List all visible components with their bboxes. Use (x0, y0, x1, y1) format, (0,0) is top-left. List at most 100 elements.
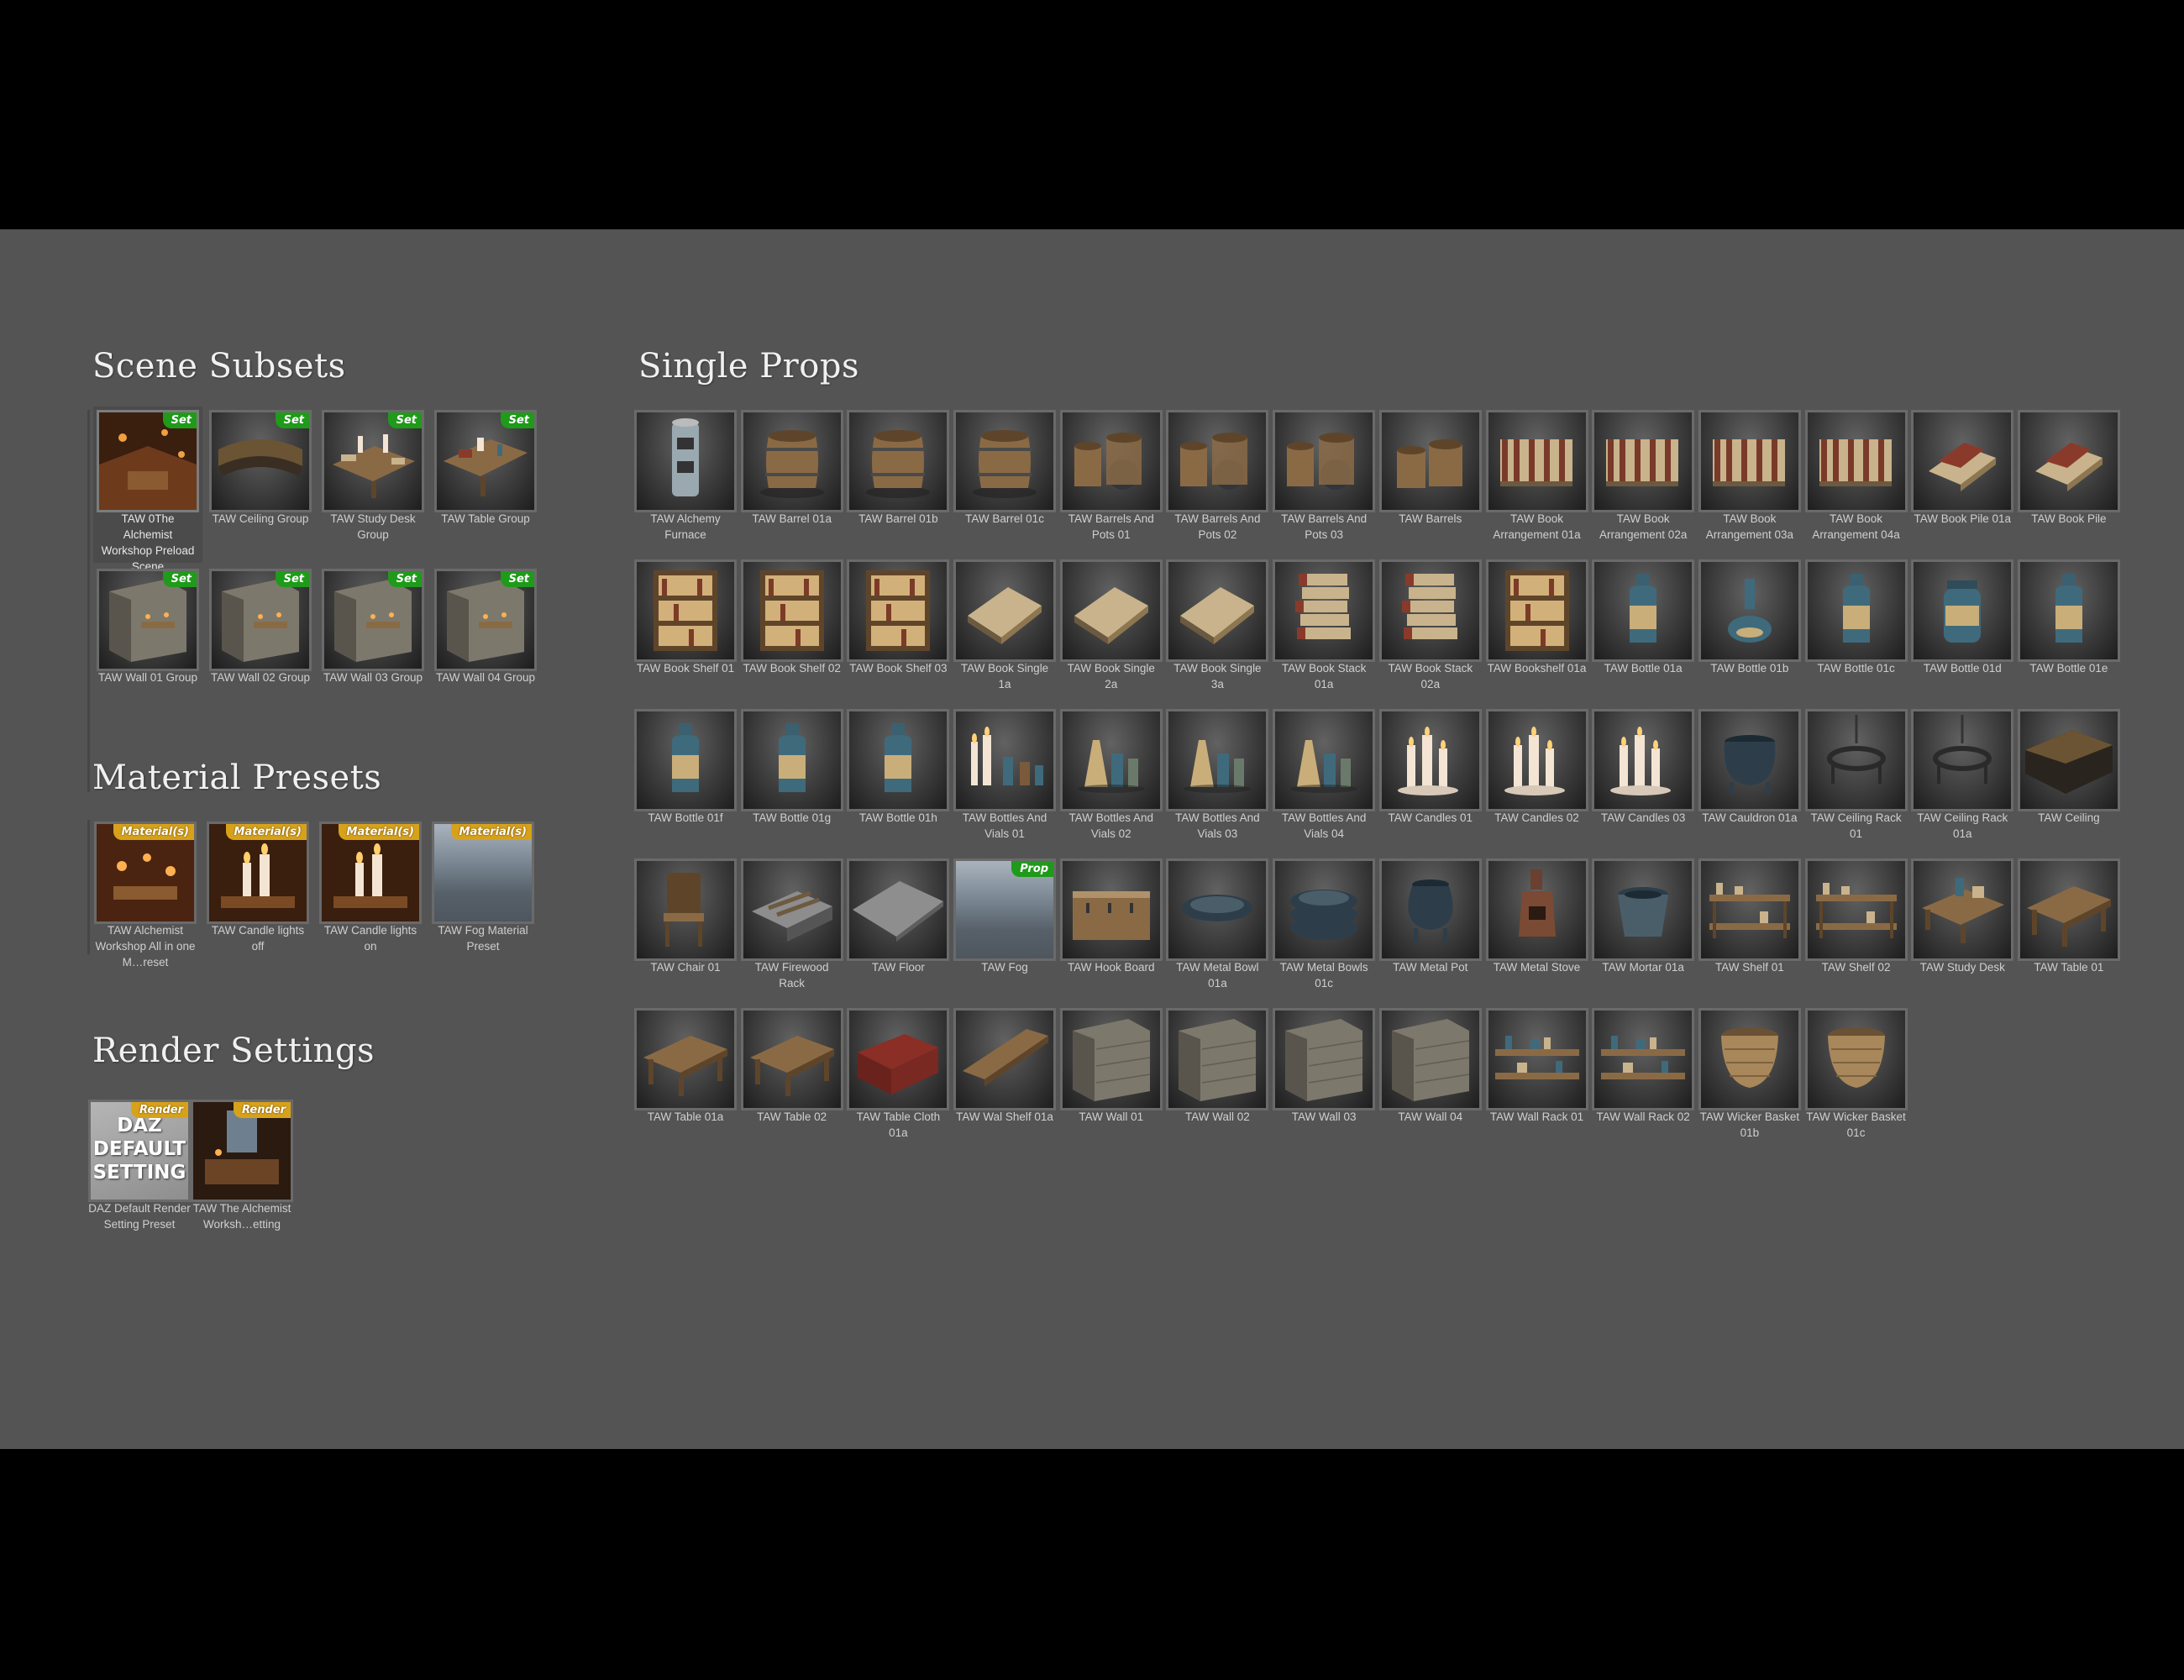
prop-tile[interactable]: TAW Book Arrangement 03a (1698, 410, 1801, 557)
prop-tile[interactable]: TAW Bottle 01g (740, 709, 843, 856)
prop-tile[interactable]: TAW Candles 02 (1485, 709, 1588, 856)
scene-subset-tile[interactable]: Set TAW Wall 04 Group (434, 569, 537, 716)
tile-label: TAW Candle lights on (323, 924, 417, 953)
tile-label: TAW Book Stack 02a (1388, 662, 1473, 690)
prop-tile[interactable]: TAW Alchemy Furnace (634, 410, 737, 557)
tile-label: TAW Alchemist Workshop All in one M…rese… (95, 924, 196, 969)
prop-tile[interactable]: TAW Mortar 01a (1592, 858, 1695, 1005)
material-preset-tile[interactable]: Material(s) TAW Fog Material Preset (432, 822, 534, 969)
thumbnail (847, 1008, 950, 1110)
prop-tile[interactable]: TAW Bottle 01b (1698, 559, 1801, 706)
prop-tile[interactable]: TAW Cauldron 01a (1698, 709, 1801, 856)
prop-tile[interactable]: TAW Table 02 (740, 1008, 843, 1155)
prop-tile[interactable]: TAW Wall 02 (1166, 1008, 1269, 1155)
prop-tile[interactable]: TAW Book Shelf 01 (634, 559, 737, 706)
prop-tile[interactable]: TAW Candles 01 (1378, 709, 1482, 856)
single-props-grid: TAW Alchemy Furnace TAW Barrel 01a TAW Bar… (634, 410, 2120, 1155)
prop-tile[interactable]: TAW Study Desk (1911, 858, 2014, 1005)
prop-tile[interactable]: TAW Bottle 01c (1804, 559, 1908, 706)
prop-tile[interactable]: TAW Table 01 (2017, 858, 2120, 1005)
thumbnail: Prop (953, 858, 1057, 961)
prop-tile[interactable]: TAW Wall 04 (1378, 1008, 1482, 1155)
prop-tile[interactable]: TAW Bottles And Vials 03 (1166, 709, 1269, 856)
prop-tile[interactable]: TAW Book Arrangement 01a (1485, 410, 1588, 557)
prop-tile[interactable]: TAW Metal Bowl 01a (1166, 858, 1269, 1005)
tile-label: TAW Floor (871, 961, 925, 974)
prop-tile[interactable]: TAW Bottle 01h (847, 709, 950, 856)
material-preset-tile[interactable]: Material(s) TAW Candle lights off (207, 822, 309, 969)
scene-subset-tile[interactable]: Set TAW Table Group (434, 410, 537, 557)
prop-tile[interactable]: TAW Hook Board (1059, 858, 1163, 1005)
tile-label: TAW Barrel 01b (858, 512, 938, 525)
render-setting-tile[interactable]: DAZ DEFAULT SETTING Render DAZ Default Ren… (88, 1100, 191, 1247)
prop-tile[interactable]: TAW Metal Pot (1378, 858, 1482, 1005)
scene-subset-tile[interactable]: Set TAW Study Desk Group (322, 410, 424, 557)
prop-tile[interactable]: TAW Bottle 01a (1592, 559, 1695, 706)
prop-tile[interactable]: TAW Bottle 01e (2017, 559, 2120, 706)
thumbnail (1378, 1008, 1482, 1110)
prop-tile[interactable]: TAW Book Arrangement 04a (1804, 410, 1908, 557)
prop-tile[interactable]: TAW Floor (847, 858, 950, 1005)
prop-tile[interactable]: TAW Book Shelf 02 (740, 559, 843, 706)
prop-tile[interactable]: TAW Barrel 01c (953, 410, 1057, 557)
prop-tile[interactable]: TAW Wall 03 (1273, 1008, 1376, 1155)
prop-tile[interactable]: TAW Firewood Rack (740, 858, 843, 1005)
prop-tile[interactable]: TAW Barrel 01b (847, 410, 950, 557)
prop-tile[interactable]: TAW Wal Shelf 01a (953, 1008, 1057, 1155)
prop-tile[interactable]: TAW Book Pile (2017, 410, 2120, 557)
thumbnail (1273, 709, 1376, 811)
prop-tile[interactable]: TAW Barrels And Pots 01 (1059, 410, 1163, 557)
thumbnail: Material(s) (432, 822, 534, 924)
scene-subset-tile[interactable]: Set TAW Wall 03 Group (322, 569, 424, 716)
prop-tile[interactable]: TAW Ceiling Rack 01a (1911, 709, 2014, 856)
prop-tile[interactable]: TAW Book Stack 01a (1273, 559, 1376, 706)
prop-tile[interactable]: TAW Wall Rack 02 (1592, 1008, 1695, 1155)
prop-tile[interactable]: TAW Barrels (1378, 410, 1482, 557)
prop-tile[interactable]: TAW Chair 01 (634, 858, 737, 1005)
prop-tile[interactable]: TAW Metal Bowls 01c (1273, 858, 1376, 1005)
prop-tile[interactable]: TAW Bottles And Vials 04 (1273, 709, 1376, 856)
prop-tile[interactable]: TAW Bookshelf 01a (1485, 559, 1588, 706)
prop-tile[interactable]: TAW Ceiling Rack 01 (1804, 709, 1908, 856)
materials-badge: Material(s) (225, 824, 307, 840)
set-badge: Set (162, 412, 197, 428)
prop-tile[interactable]: TAW Book Arrangement 02a (1592, 410, 1695, 557)
material-preset-tile[interactable]: Material(s) TAW Alchemist Workshop All in… (94, 822, 197, 969)
prop-tile[interactable]: TAW Book Single 1a (953, 559, 1057, 706)
prop-tile[interactable]: TAW Shelf 01 (1698, 858, 1801, 1005)
prop-tile[interactable]: TAW Wall Rack 01 (1485, 1008, 1588, 1155)
prop-tile[interactable]: TAW Barrel 01a (740, 410, 843, 557)
render-setting-tile[interactable]: Render TAW The Alchemist Worksh…etting (191, 1100, 293, 1247)
prop-tile[interactable]: TAW Bottles And Vials 01 (953, 709, 1057, 856)
scene-subset-tile[interactable]: Set TAW 0The Alchemist Workshop Preload S… (93, 407, 202, 573)
tile-label: TAW Ceiling Group (212, 512, 309, 525)
prop-tile[interactable]: Prop TAW Fog (953, 858, 1057, 1005)
tile-label: TAW Wall 03 (1291, 1110, 1357, 1123)
prop-tile[interactable]: TAW Wall 01 (1059, 1008, 1163, 1155)
thumbnail (1166, 709, 1269, 811)
prop-tile[interactable]: TAW Bottle 01d (1911, 559, 2014, 706)
material-preset-tile[interactable]: Material(s) TAW Candle lights on (319, 822, 422, 969)
prop-tile[interactable]: TAW Book Shelf 03 (847, 559, 950, 706)
prop-tile[interactable]: TAW Bottle 01f (634, 709, 737, 856)
prop-tile[interactable]: TAW Ceiling (2017, 709, 2120, 856)
prop-tile[interactable]: TAW Table 01a (634, 1008, 737, 1155)
tile-label: TAW Fog Material Preset (438, 924, 528, 953)
scene-subset-tile[interactable]: Set TAW Wall 01 Group (97, 569, 199, 716)
prop-tile[interactable]: TAW Wicker Basket 01c (1804, 1008, 1908, 1155)
prop-tile[interactable]: TAW Table Cloth 01a (847, 1008, 950, 1155)
prop-badge: Prop (1011, 861, 1054, 877)
prop-tile[interactable]: TAW Book Pile 01a (1911, 410, 2014, 557)
prop-tile[interactable]: TAW Shelf 02 (1804, 858, 1908, 1005)
prop-tile[interactable]: TAW Book Stack 02a (1378, 559, 1482, 706)
prop-tile[interactable]: TAW Wicker Basket 01b (1698, 1008, 1801, 1155)
prop-tile[interactable]: TAW Barrels And Pots 03 (1273, 410, 1376, 557)
prop-tile[interactable]: TAW Book Single 3a (1166, 559, 1269, 706)
scene-subset-tile[interactable]: Set TAW Ceiling Group (209, 410, 312, 557)
prop-tile[interactable]: TAW Metal Stove (1485, 858, 1588, 1005)
prop-tile[interactable]: TAW Bottles And Vials 02 (1059, 709, 1163, 856)
prop-tile[interactable]: TAW Barrels And Pots 02 (1166, 410, 1269, 557)
prop-tile[interactable]: TAW Book Single 2a (1059, 559, 1163, 706)
prop-tile[interactable]: TAW Candles 03 (1592, 709, 1695, 856)
scene-subset-tile[interactable]: Set TAW Wall 02 Group (209, 569, 312, 716)
